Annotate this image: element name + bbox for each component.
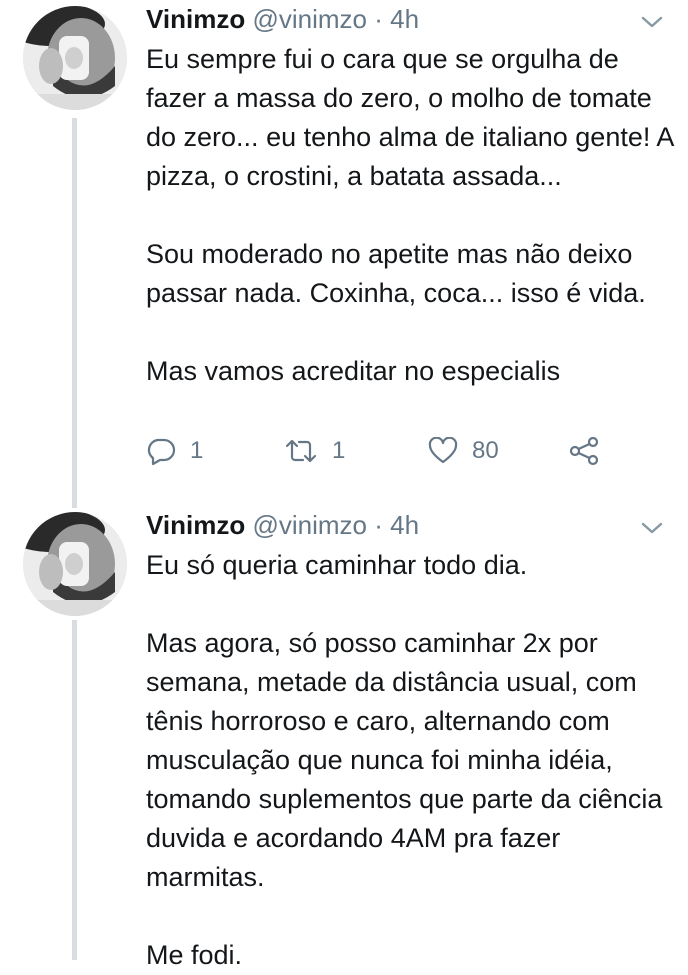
retweet-count: 1 — [332, 437, 346, 464]
chevron-down-icon[interactable] — [640, 14, 664, 30]
tweet[interactable]: Vinimzo @vinimzo · 4h Eu sempre fui o ca… — [0, 0, 688, 490]
timestamp[interactable]: 4h — [390, 510, 419, 540]
tweet-paragraph: Eu sempre fui o cara que se orgulha de f… — [146, 44, 673, 191]
separator-dot: · — [374, 510, 383, 540]
author-name[interactable]: Vinimzo — [146, 510, 245, 540]
reply-button[interactable]: 1 — [146, 434, 203, 468]
tweet-paragraph: Sou moderado no apetite mas não deixo pa… — [146, 239, 646, 308]
avatar-photo-icon — [23, 512, 127, 616]
chevron-down-icon[interactable] — [640, 520, 664, 536]
tweet[interactable]: Vinimzo @vinimzo · 4h Eu só queria camin… — [0, 506, 688, 970]
tweet-header: Vinimzo @vinimzo · 4h — [146, 2, 419, 36]
separator-dot: · — [374, 4, 383, 34]
tweet-paragraph: Mas vamos acreditar no especialis — [146, 356, 561, 386]
tweet-actions: 1 1 80 — [146, 434, 626, 468]
share-icon — [569, 436, 599, 466]
avatar-photo-icon — [23, 6, 127, 110]
tweet-text: Eu sempre fui o cara que se orgulha de f… — [146, 40, 676, 391]
author-handle[interactable]: @vinimzo — [252, 4, 367, 34]
reply-icon — [147, 438, 176, 466]
tweet-paragraph: Me fodi. — [146, 940, 243, 970]
retweet-icon — [285, 439, 317, 463]
tweet-text: Eu só queria caminhar todo dia. Mas agor… — [146, 546, 676, 975]
tweet-header: Vinimzo @vinimzo · 4h — [146, 508, 419, 542]
like-count: 80 — [472, 437, 499, 464]
like-button[interactable]: 80 — [428, 434, 499, 468]
timestamp[interactable]: 4h — [390, 4, 419, 34]
avatar[interactable] — [23, 512, 127, 616]
share-button[interactable] — [568, 434, 600, 468]
avatar[interactable] — [23, 6, 127, 110]
tweet-paragraph: Mas agora, só posso caminhar 2x por sema… — [146, 628, 663, 892]
tweet-paragraph: Eu só queria caminhar todo dia. — [146, 550, 528, 580]
author-name[interactable]: Vinimzo — [146, 4, 245, 34]
reply-count: 1 — [190, 437, 204, 464]
heart-icon — [428, 437, 458, 464]
author-handle[interactable]: @vinimzo — [252, 510, 367, 540]
retweet-button[interactable]: 1 — [284, 434, 345, 468]
